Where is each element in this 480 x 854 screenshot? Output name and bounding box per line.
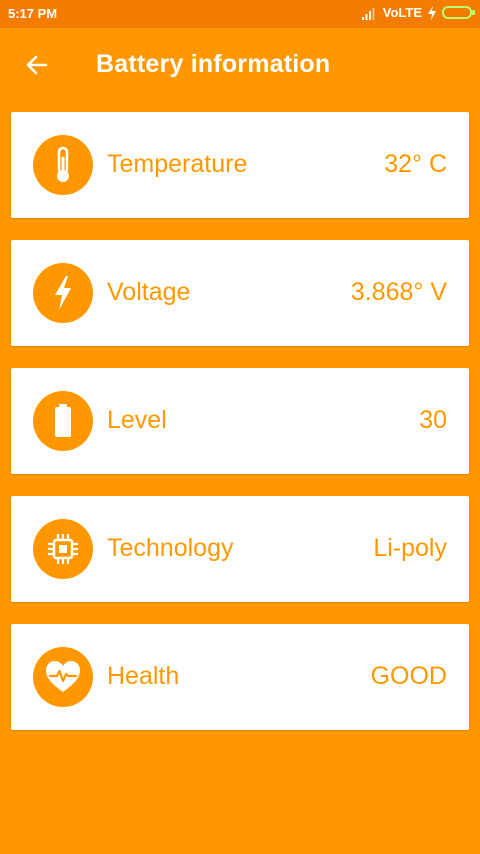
temperature-value: 32° C [384, 150, 447, 178]
voltage-label: Voltage [107, 278, 191, 306]
technology-value: Li-poly [373, 534, 447, 562]
toolbar: Battery information [0, 28, 480, 104]
back-arrow-icon[interactable] [22, 50, 52, 80]
technology-label: Technology [107, 534, 234, 562]
voltage-card: Voltage 3.868° V [11, 240, 469, 346]
health-label: Health [107, 662, 180, 690]
temperature-card: Temperature 32° C [11, 112, 469, 218]
health-card: Health GOOD [11, 624, 469, 730]
health-value: GOOD [370, 662, 447, 690]
network-type-label: VoLTE [382, 5, 422, 20]
battery-icon [33, 391, 93, 451]
temperature-label: Temperature [107, 150, 248, 178]
voltage-value: 3.868° V [350, 278, 447, 306]
chip-icon [33, 519, 93, 579]
charging-bolt-icon [428, 5, 436, 20]
level-card: Level 30 [11, 368, 469, 474]
status-icons: VoLTE [361, 5, 475, 20]
signal-icon [361, 7, 375, 20]
level-value: 30 [419, 406, 447, 434]
heart-pulse-icon [33, 647, 93, 707]
level-label: Level [107, 406, 167, 434]
page-title: Battery information [96, 50, 331, 78]
lightning-icon [33, 263, 93, 323]
status-bar: 5:17 PM VoLTE [0, 0, 480, 28]
battery-icon [442, 6, 475, 19]
status-time: 5:17 PM [8, 6, 58, 21]
technology-card: Technology Li-poly [11, 496, 469, 602]
thermometer-icon [33, 135, 93, 195]
